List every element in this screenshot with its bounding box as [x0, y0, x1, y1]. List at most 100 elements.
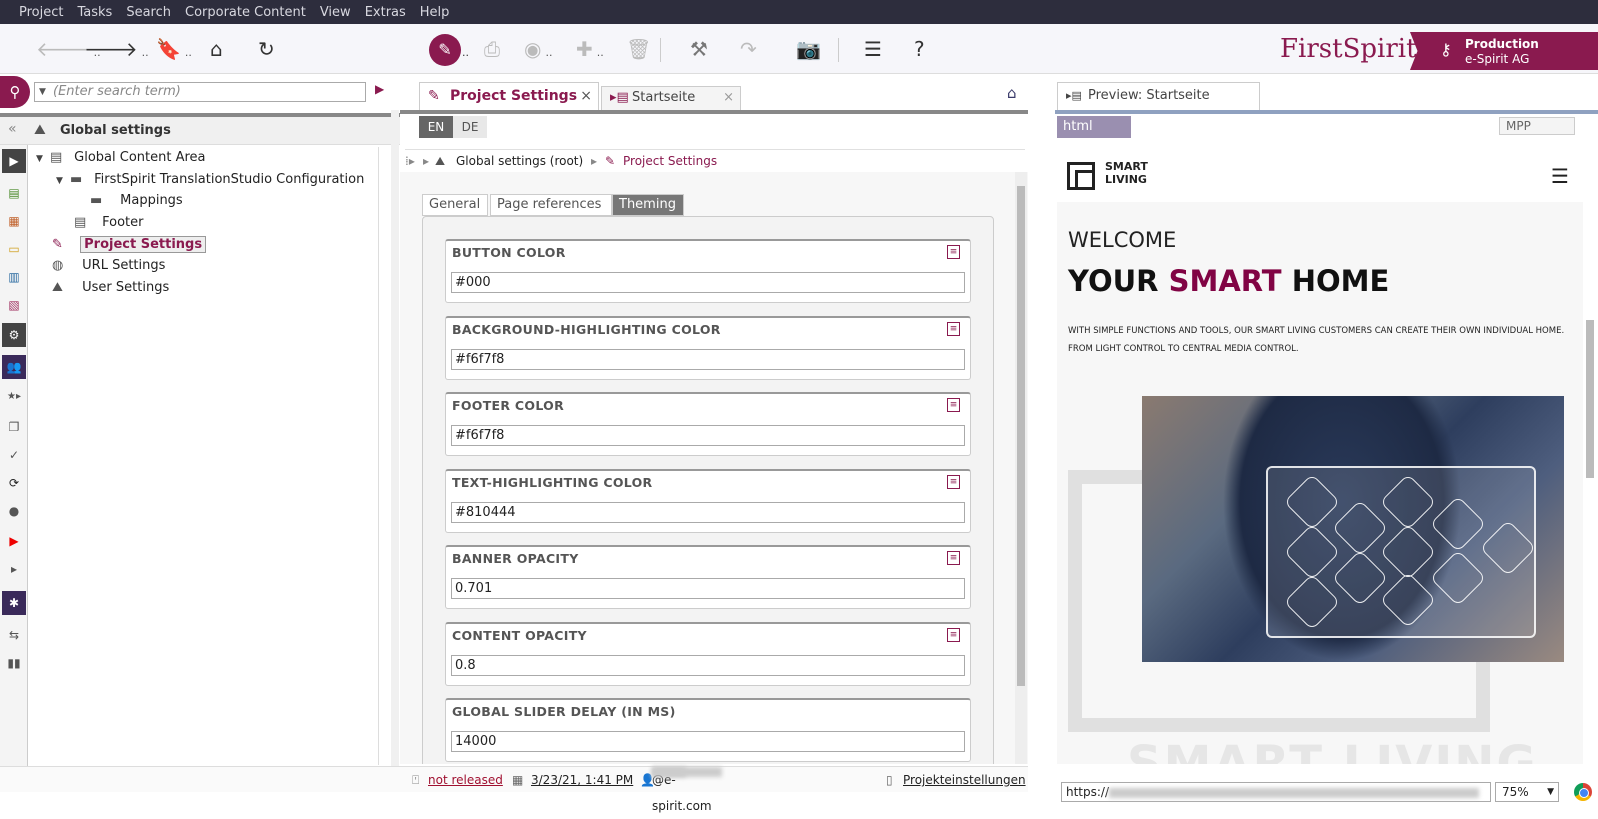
footer-color-input[interactable]: #f6f7f8	[451, 425, 965, 446]
refresh-icon[interactable]: ↻	[258, 36, 275, 62]
preview-eye-icon[interactable]: ◉..	[524, 36, 552, 66]
language-tab-de[interactable]: DE	[453, 116, 487, 138]
menu-project[interactable]: Project	[19, 5, 63, 20]
tab-page-references[interactable]: Page references	[490, 194, 612, 216]
scrollbar-thumb[interactable]	[1586, 320, 1594, 478]
tab-preview[interactable]: ▸▤ Preview: Startseite	[1057, 82, 1260, 110]
users-icon[interactable]: 👥	[2, 355, 26, 379]
content-opacity-input[interactable]: 0.8	[451, 655, 965, 676]
preview-url-field[interactable]: https://	[1061, 782, 1491, 802]
content-store-icon[interactable]: ▤	[2, 181, 26, 205]
tab-project-settings[interactable]: ✎ Project Settings ×	[419, 82, 599, 110]
language-dependent-icon[interactable]: ≡	[947, 322, 960, 336]
redo-icon[interactable]: ↷	[740, 36, 757, 62]
close-icon[interactable]: ×	[580, 83, 592, 109]
preview-mode-html[interactable]: html	[1057, 116, 1131, 138]
sync-icon[interactable]: ⟳	[2, 471, 26, 495]
sidebar-expand-icon[interactable]: ▶	[2, 149, 26, 173]
site-store-icon[interactable]: ▦	[2, 209, 26, 233]
language-dependent-icon[interactable]: ≡	[947, 245, 960, 259]
tree-item-global-content-area[interactable]: ▼ ▤ Global Content Area	[36, 148, 206, 168]
background-highlighting-color-input[interactable]: #f6f7f8	[451, 349, 965, 370]
breadcrumb-current[interactable]: Project Settings	[623, 150, 717, 172]
global-settings-store-icon[interactable]: ⚙	[2, 323, 26, 347]
dot-icon[interactable]: ●	[2, 499, 26, 523]
last-changed-date[interactable]: 3/23/21, 1:41 PM	[531, 767, 633, 793]
zoom-select[interactable]: 75% ▼	[1495, 782, 1559, 802]
tab-startseite[interactable]: ▸▤ Startseite ×	[601, 86, 741, 110]
search-button[interactable]: ⚲	[0, 76, 30, 108]
tree-item-user-settings[interactable]: ⛰ User Settings	[52, 278, 169, 298]
menu-search[interactable]: Search	[126, 5, 171, 20]
bookmark-icon[interactable]: 🔖..	[156, 36, 192, 66]
play-icon[interactable]: ▸	[2, 557, 26, 581]
add-icon[interactable]: ✚..	[576, 36, 604, 66]
menu-view[interactable]: View	[320, 5, 351, 20]
banner-opacity-input[interactable]: 0.701	[451, 578, 965, 599]
chrome-icon[interactable]	[1574, 783, 1592, 801]
breadcrumb-root[interactable]: Global settings (root)	[456, 150, 583, 172]
tree-item-footer[interactable]: ▤ Footer	[74, 213, 144, 233]
help-icon[interactable]: ?	[914, 36, 925, 62]
home-icon[interactable]: ⌂	[1007, 84, 1017, 102]
search-go-icon[interactable]: ▶	[375, 82, 384, 96]
tab-theming[interactable]: Theming	[612, 194, 684, 216]
youtube-icon[interactable]: ▶	[2, 529, 26, 553]
tab-general[interactable]: General	[422, 194, 488, 216]
template-link[interactable]: Projekteinstellungen	[903, 767, 1026, 793]
left-scrollbar[interactable]	[378, 147, 390, 765]
clipboard-icon[interactable]: ❐	[2, 415, 26, 439]
logo-line-2: LIVING	[1105, 173, 1147, 186]
chevron-down-icon[interactable]: ▼	[39, 83, 46, 101]
language-dependent-icon[interactable]: ≡	[947, 475, 960, 489]
right-splitter[interactable]	[1028, 110, 1055, 766]
check-icon[interactable]: ✓	[2, 443, 26, 467]
data-sources-icon[interactable]: ▥	[2, 265, 26, 289]
language-dependent-icon[interactable]: ≡	[947, 551, 960, 565]
menu-extras[interactable]: Extras	[365, 5, 406, 20]
save-icon[interactable]: ⎙	[484, 36, 500, 62]
search-input[interactable]: ▼ (Enter search term)	[34, 82, 366, 102]
menu-help[interactable]: Help	[420, 5, 450, 20]
left-splitter[interactable]	[391, 110, 399, 766]
list-icon[interactable]: ☰	[864, 36, 882, 62]
workflow-icon[interactable]: ⚒	[690, 36, 708, 62]
tree-item-translationstudio-config[interactable]: ▼ ▬ FirstSpirit TranslationStudio Configu…	[56, 170, 364, 190]
center-scrollbar[interactable]	[1015, 172, 1027, 764]
hamburger-menu-icon[interactable]: ☰	[1551, 164, 1569, 188]
language-tab-en[interactable]: EN	[419, 116, 453, 138]
stats-icon[interactable]: ▮▮	[2, 651, 26, 675]
logo-text: FirstSpirit	[1280, 34, 1417, 64]
text-highlighting-color-input[interactable]: #810444	[451, 502, 965, 523]
button-color-input[interactable]: #000	[451, 272, 965, 293]
tree-item-project-settings[interactable]: ✎ Project Settings	[52, 235, 207, 255]
drag-handle-icon[interactable]: ⁞▸	[405, 150, 415, 172]
environment-badge[interactable]: ⚷ Production e-Spirit AG	[1410, 32, 1598, 70]
collapse-icon[interactable]: «	[8, 121, 17, 137]
smart-living-logo-text[interactable]: SMART LIVING	[1105, 160, 1148, 186]
scrollbar-thumb[interactable]	[1017, 186, 1025, 686]
favorites-icon[interactable]: ★▸	[2, 385, 26, 409]
menu-tasks[interactable]: Tasks	[77, 5, 112, 20]
right-scrollbar[interactable]	[1584, 150, 1596, 764]
expand-arrow-icon[interactable]: ▼	[56, 171, 70, 191]
language-dependent-icon[interactable]: ≡	[947, 628, 960, 642]
tree-item-mappings[interactable]: ▬ Mappings	[90, 191, 183, 211]
mpp-selector[interactable]: MPP	[1499, 117, 1575, 135]
global-slider-delay-input[interactable]: 14000	[451, 731, 965, 752]
forward-icon[interactable]: 🡒..	[84, 36, 149, 66]
expand-arrow-icon[interactable]: ▼	[36, 149, 50, 169]
menu-corporate-content[interactable]: Corporate Content	[185, 5, 306, 20]
edit-mode-button[interactable]: ✎	[429, 34, 461, 66]
screenshot-icon[interactable]: 📷	[796, 36, 821, 62]
home-icon[interactable]: ⌂	[210, 36, 223, 62]
close-icon[interactable]: ×	[723, 87, 734, 109]
release-status[interactable]: not released	[428, 767, 503, 793]
delete-icon[interactable]: 🗑	[626, 36, 651, 62]
template-store-icon[interactable]: ▧	[2, 293, 26, 317]
media-store-icon[interactable]: ▭	[2, 237, 26, 261]
language-dependent-icon[interactable]: ≡	[947, 398, 960, 412]
tree-item-url-settings[interactable]: ◍ URL Settings	[52, 256, 165, 276]
compare-icon[interactable]: ⇆	[2, 623, 26, 647]
plugin-icon[interactable]: ✱	[2, 591, 26, 615]
